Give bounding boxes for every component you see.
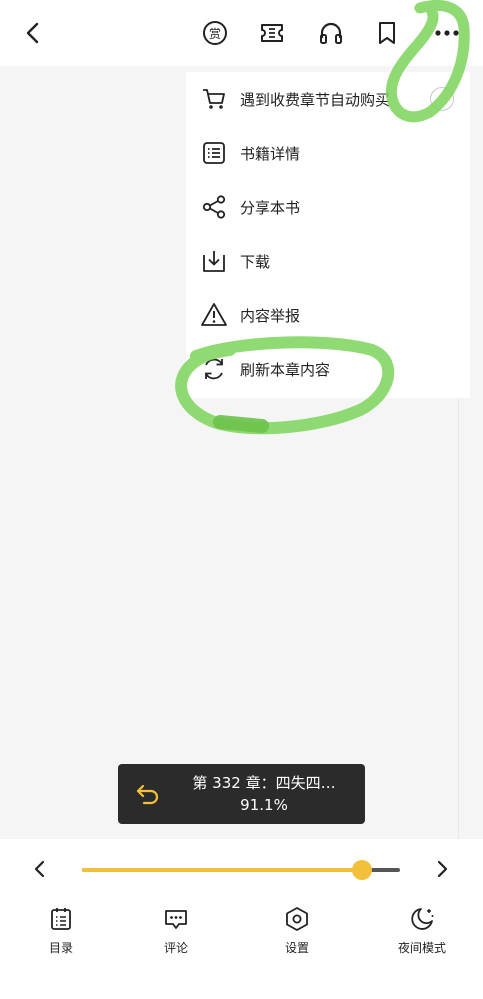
catalog-icon: [47, 905, 75, 933]
toolbar-comments-label: 评论: [163, 941, 188, 955]
svg-text:赏: 赏: [209, 27, 221, 41]
toast-progress: 91.1%: [240, 796, 288, 814]
menu-item-book-details[interactable]: 书籍详情: [186, 126, 470, 180]
previous-chapter-button[interactable]: [26, 855, 54, 883]
listen-button[interactable]: [314, 16, 348, 50]
warning-icon: [200, 301, 228, 329]
ticket-icon: [261, 24, 283, 42]
ticket-button[interactable]: [255, 16, 289, 50]
menu-item-download[interactable]: 下载: [186, 234, 470, 288]
progress-slider-fill: [82, 868, 363, 872]
menu-item-report[interactable]: 内容举报: [186, 288, 470, 342]
settings-hexagon-icon: [283, 905, 311, 933]
more-dots-icon: [435, 30, 459, 36]
list-icon: [200, 139, 228, 167]
menu-item-label: 书籍详情: [240, 144, 301, 163]
toolbar-night-mode-label: 夜间模式: [397, 941, 446, 955]
toolbar-comments[interactable]: 评论: [136, 905, 216, 965]
toolbar-catalog-label: 目录: [48, 941, 73, 955]
menu-item-label: 遇到收费章节自动购买: [240, 90, 391, 109]
menu-item-label: 下载: [240, 252, 271, 271]
menu-item-label: 内容举报: [240, 306, 301, 325]
undo-return-icon[interactable]: [134, 780, 162, 808]
auto-buy-toggle[interactable]: [430, 87, 454, 111]
share-icon: [200, 193, 228, 221]
menu-item-share[interactable]: 分享本书: [186, 180, 470, 234]
toolbar-catalog[interactable]: 目录: [21, 905, 101, 965]
top-bar: 赏: [0, 0, 483, 66]
back-button[interactable]: [16, 16, 50, 50]
toolbar-settings[interactable]: 设置: [257, 905, 337, 965]
comment-icon: [162, 905, 190, 933]
bottom-panel: 目录 评论 设置 夜间模式: [0, 839, 483, 999]
progress-slider-thumb[interactable]: [352, 860, 373, 880]
reward-icon: 赏: [203, 21, 227, 45]
more-menu: 遇到收费章节自动购买 书籍详情 分享本书 下载 内容举报 刷新本章内容: [186, 72, 470, 398]
toolbar-settings-label: 设置: [284, 941, 309, 955]
reward-button[interactable]: 赏: [198, 16, 232, 50]
menu-item-refresh[interactable]: 刷新本章内容: [186, 342, 470, 396]
moon-stars-icon: [408, 905, 436, 933]
refresh-icon: [200, 355, 228, 383]
next-chapter-button[interactable]: [428, 855, 456, 883]
chevron-left-icon: [26, 22, 39, 44]
cart-icon: [200, 85, 228, 113]
headphones-icon: [320, 22, 342, 44]
menu-item-label: 分享本书: [240, 198, 301, 217]
bookmark-button[interactable]: [370, 16, 404, 50]
menu-item-label: 刷新本章内容: [240, 360, 331, 379]
toolbar-night-mode[interactable]: 夜间模式: [382, 905, 462, 965]
chapter-toast: 第 332 章：四失四… 91.1%: [118, 764, 365, 824]
download-icon: [200, 247, 228, 275]
menu-item-auto-buy[interactable]: 遇到收费章节自动购买: [186, 72, 470, 126]
bookmark-icon: [379, 22, 395, 44]
toast-chapter-title: 第 332 章：四失四…: [192, 774, 336, 792]
more-button[interactable]: [430, 16, 464, 50]
progress-slider[interactable]: [82, 860, 400, 880]
